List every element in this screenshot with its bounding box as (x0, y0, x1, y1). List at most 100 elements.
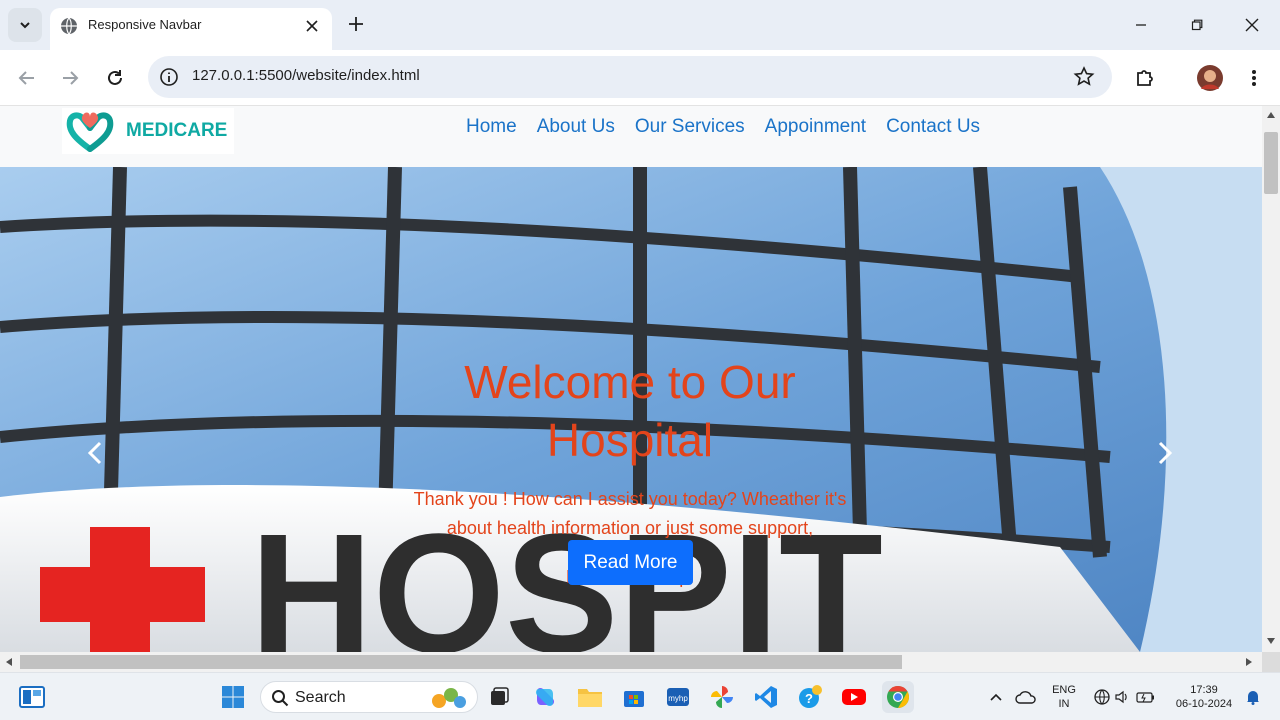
hero-title: Welcome to Our Hospital (464, 356, 796, 466)
youtube-icon (842, 689, 866, 705)
address-bar[interactable]: 127.0.0.1:5500/website/index.html (148, 56, 1112, 98)
svg-text:?: ? (805, 691, 813, 706)
extensions-button[interactable] (1129, 62, 1161, 94)
widgets-icon (19, 686, 45, 708)
chrome-button[interactable] (882, 681, 914, 713)
globe-icon (61, 17, 77, 35)
language-line-1: ENG (1052, 684, 1076, 696)
back-button[interactable] (11, 62, 43, 94)
windows-logo-icon (222, 686, 244, 708)
folder-icon (578, 689, 602, 707)
site-logo[interactable]: MEDICARE (62, 108, 234, 154)
nav-link-contact-us[interactable]: Contact Us (876, 116, 990, 138)
search-icon (272, 690, 289, 707)
vscode-button[interactable] (750, 681, 782, 713)
scroll-down-icon[interactable] (1267, 638, 1275, 644)
nav-link-appoinment[interactable]: Appoinment (755, 116, 876, 138)
chevron-left-icon (87, 441, 102, 465)
restore-button[interactable] (1169, 0, 1225, 50)
chevron-right-icon (1158, 441, 1173, 465)
nav-link-about-us[interactable]: About Us (527, 116, 625, 138)
horizontal-scroll-thumb[interactable] (20, 655, 902, 669)
help-icon: ? (799, 685, 822, 708)
language-indicator[interactable]: ENG IN (1046, 683, 1082, 711)
clock[interactable]: 17:39 06-10-2024 (1168, 683, 1240, 711)
speaker-icon (1115, 690, 1127, 704)
vertical-scroll-thumb[interactable] (1264, 132, 1278, 194)
battery-button[interactable] (1134, 681, 1158, 713)
show-hidden-icons-button[interactable] (980, 681, 1012, 713)
hero-carousel: HOSPIT Welcome to Our Hospital Thank you… (0, 167, 1262, 652)
store-icon (624, 691, 644, 707)
myhp-button[interactable]: myhp (662, 681, 694, 713)
brand-name: MEDICARE (126, 120, 228, 141)
youtube-button[interactable] (838, 681, 870, 713)
scrollbar-corner (1262, 652, 1280, 672)
start-button[interactable] (217, 681, 249, 713)
vscode-icon (755, 686, 777, 708)
widgets-button[interactable] (16, 681, 48, 713)
tab-search-button[interactable] (8, 8, 42, 42)
vertical-scrollbar[interactable] (1262, 106, 1280, 652)
avatar-icon (1197, 65, 1223, 91)
plus-icon (349, 17, 363, 31)
site-header: MEDICARE Home About Us Our Services Appo… (0, 106, 1262, 167)
tab-title: Responsive Navbar (88, 17, 202, 32)
nav-link-our-services[interactable]: Our Services (625, 116, 755, 138)
profile-avatar[interactable] (1194, 62, 1226, 94)
page-viewport: MEDICARE Home About Us Our Services Appo… (0, 106, 1262, 652)
microsoft-store-button[interactable] (618, 681, 650, 713)
photos-button[interactable] (706, 681, 738, 713)
horizontal-scrollbar[interactable] (0, 652, 1262, 672)
site-info-icon[interactable] (158, 66, 180, 88)
windows-taskbar: Search myhp ? ENG IN 17:39 06-10-2024 (0, 672, 1280, 720)
taskbar-search[interactable]: Search (260, 681, 478, 713)
close-window-button[interactable] (1224, 0, 1280, 50)
scroll-left-icon[interactable] (6, 658, 12, 666)
reload-icon (108, 70, 122, 85)
browser-menu-button[interactable] (1238, 62, 1270, 94)
task-view-icon (491, 687, 509, 705)
chevron-up-icon (990, 693, 1002, 701)
get-help-button[interactable]: ? (794, 681, 826, 713)
globe-icon (1094, 689, 1110, 705)
forward-button[interactable] (54, 62, 86, 94)
hp-icon: myhp (667, 688, 689, 706)
battery-icon (1136, 692, 1154, 703)
bell-icon (1247, 691, 1259, 705)
bookmark-star-icon[interactable] (1072, 65, 1096, 89)
photos-pinwheel-icon (711, 686, 733, 708)
tab-close-button[interactable] (300, 14, 324, 38)
close-icon (1245, 18, 1259, 32)
kebab-menu-icon (1252, 70, 1256, 86)
cloud-icon (1015, 691, 1036, 704)
close-icon (306, 20, 318, 32)
carousel-next-button[interactable] (1150, 435, 1180, 471)
copilot-icon (535, 687, 555, 707)
scroll-right-icon[interactable] (1246, 658, 1252, 666)
main-navigation: Home About Us Our Services Appoinment Co… (456, 116, 990, 138)
url-text[interactable]: 127.0.0.1:5500/website/index.html (192, 67, 420, 84)
reload-button[interactable] (99, 62, 131, 94)
arrow-left-icon (18, 71, 34, 85)
copilot-button[interactable] (529, 681, 561, 713)
clock-date: 06-10-2024 (1175, 698, 1233, 710)
chevron-down-icon (20, 22, 30, 29)
minimize-button[interactable] (1113, 0, 1169, 50)
read-more-button[interactable]: Read More (568, 540, 693, 585)
task-view-button[interactable] (483, 681, 515, 713)
scroll-up-icon[interactable] (1267, 112, 1275, 118)
carousel-prev-button[interactable] (80, 435, 110, 471)
puzzle-icon (1137, 70, 1153, 86)
chrome-icon (887, 686, 909, 708)
file-explorer-button[interactable] (574, 681, 606, 713)
volume-button[interactable] (1110, 681, 1134, 713)
onedrive-button[interactable] (1010, 681, 1042, 713)
new-tab-button[interactable] (342, 10, 370, 38)
browser-tab[interactable]: Responsive Navbar (50, 8, 332, 50)
nav-link-home[interactable]: Home (456, 116, 527, 138)
clock-time: 17:39 (1190, 684, 1218, 696)
restore-icon (1191, 19, 1203, 31)
notifications-button[interactable] (1242, 681, 1264, 713)
search-label: Search (295, 689, 346, 706)
